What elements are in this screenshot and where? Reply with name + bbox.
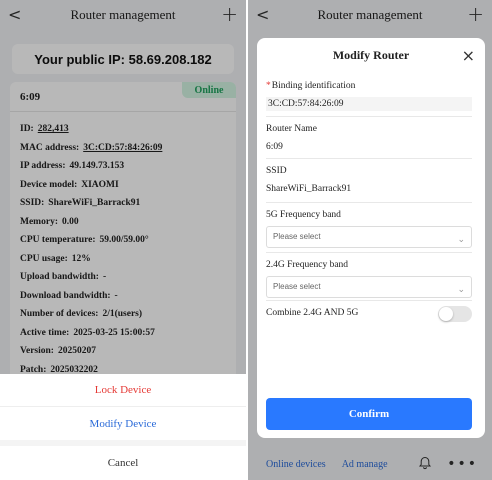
router-name-input[interactable]: 6:09: [266, 140, 472, 154]
chevron-down-icon: ⌄: [457, 235, 465, 245]
field-divider: [266, 116, 472, 117]
band5-select[interactable]: Please select ⌄: [266, 226, 472, 248]
binding-value: 3C:CD:57:84:26:09: [266, 97, 472, 111]
binding-label: *Binding identification: [266, 81, 472, 93]
router-name-field: Router Name 6:09: [266, 124, 472, 154]
field-divider: [266, 252, 472, 253]
band5-field: 5G Frequency band Please select ⌄: [266, 210, 472, 248]
chevron-down-icon: ⌄: [457, 285, 465, 295]
combine-field: Combine 2.4G AND 5G: [266, 306, 472, 322]
router-name-label: Router Name: [266, 124, 317, 134]
band24-select[interactable]: Please select ⌄: [266, 276, 472, 298]
right-screen: < Router management + Online devices Ad …: [248, 0, 492, 480]
band24-label: 2.4G Frequency band: [266, 260, 349, 270]
band24-field: 2.4G Frequency band Please select ⌄: [266, 260, 472, 298]
left-screen: < Router management + Your public IP: 58…: [0, 0, 246, 480]
confirm-button[interactable]: Confirm: [266, 398, 472, 430]
required-mark: *: [266, 81, 271, 91]
combine-toggle[interactable]: [438, 306, 472, 322]
close-icon[interactable]: ×: [462, 46, 475, 65]
band5-placeholder: Please select: [273, 232, 321, 241]
modify-router-dialog: Modify Router × *Binding identification …: [257, 38, 485, 438]
ssid-label: SSID: [266, 166, 287, 176]
action-sheet: Lock Device Modify Device Cancel: [0, 374, 246, 480]
field-divider: [266, 300, 472, 301]
band24-placeholder: Please select: [273, 282, 321, 291]
cancel-button[interactable]: Cancel: [0, 446, 246, 480]
band5-label: 5G Frequency band: [266, 210, 341, 220]
field-divider: [266, 158, 472, 159]
binding-label-text: Binding identification: [271, 81, 356, 91]
ssid-field: SSID ShareWiFi_Barrack91: [266, 166, 472, 196]
dialog-title: Modify Router: [332, 48, 410, 62]
toggle-knob: [439, 307, 453, 321]
modify-device-button[interactable]: Modify Device: [0, 407, 246, 440]
lock-device-button[interactable]: Lock Device: [0, 374, 246, 407]
binding-identification-field: *Binding identification 3C:CD:57:84:26:0…: [266, 81, 472, 111]
ssid-input[interactable]: ShareWiFi_Barrack91: [266, 182, 472, 196]
field-divider: [266, 202, 472, 203]
